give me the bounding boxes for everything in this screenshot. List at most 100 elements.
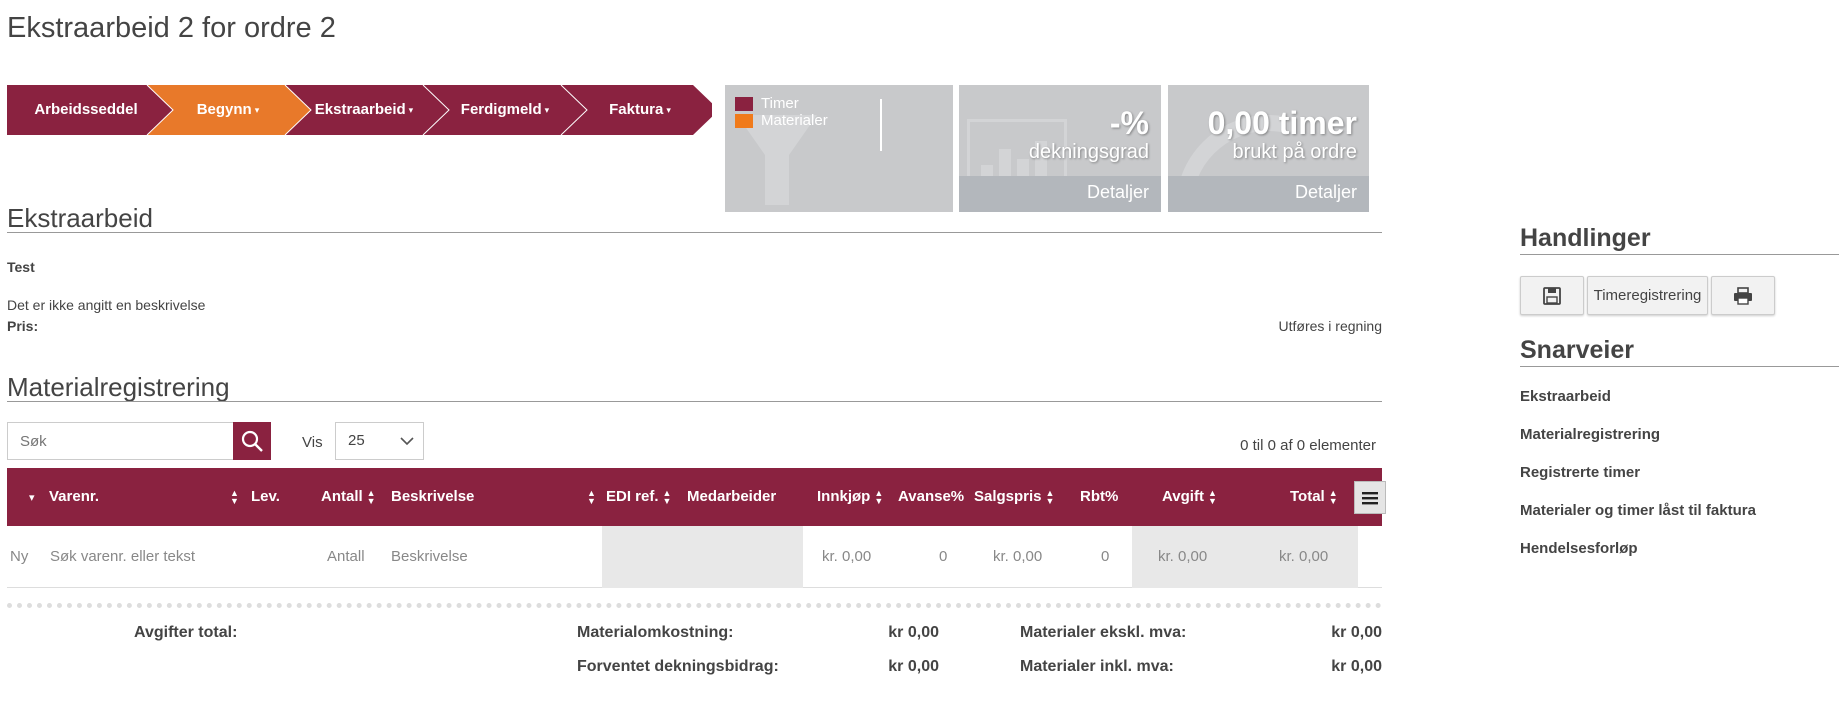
col-salgspris[interactable]: Salgspris ▲ ▼ (974, 468, 1054, 526)
materials-heading: Materialregistrering (7, 372, 230, 402)
legend-swatch (735, 96, 753, 111)
total-value: kr. 0,00 (1279, 548, 1329, 565)
col-lev[interactable]: Lev. (251, 468, 280, 526)
coverage-footer: Detaljer (959, 176, 1161, 212)
coverage-value: -% (1109, 105, 1149, 141)
avanse-input[interactable]: 0 (939, 526, 947, 588)
sort-beskrivelse-icon[interactable]: ▲ ▼ (583, 468, 596, 526)
col-total[interactable]: Total ▲ ▼ (1290, 468, 1338, 526)
dotted-separator (7, 603, 1382, 608)
kpi-tile-hours[interactable]: 0,00 timer brukt på ordre Detaljer (1168, 85, 1369, 212)
col-varenr[interactable]: Varenr. (49, 468, 99, 526)
shortcut-ekstraarbeid[interactable]: Ekstraarbeid (1520, 388, 1611, 405)
caret-down-icon: ▾ (544, 105, 550, 115)
section-rule (7, 401, 1382, 402)
search-button[interactable] (233, 422, 271, 460)
caret-down-icon: ▾ (254, 105, 260, 115)
menu-icon (1362, 491, 1378, 504)
table-row-new: Ny Søk varenr. eller tekst Antall Beskri… (7, 526, 1382, 588)
salgspris-input[interactable]: kr. 0,00 (993, 526, 1042, 588)
search-icon (241, 430, 263, 452)
caret-down-icon: ▾ (666, 105, 671, 115)
page-title: Ekstraarbeid 2 for ordre 2 (7, 12, 336, 44)
step-faktura[interactable]: Faktura ▾ (577, 85, 703, 135)
pagination-count: 0 til 0 af 0 elementer (1240, 437, 1376, 454)
shortcut-locked-to-invoice[interactable]: Materialer og timer låst til faktura (1520, 502, 1756, 519)
col-edi-ref[interactable]: EDI ref. ▲ ▼ (606, 468, 671, 526)
step-ekstraarbeid[interactable]: Ekstraarbeid ▾ (297, 85, 431, 135)
save-icon (1543, 286, 1561, 305)
innkjop-input[interactable]: kr. 0,00 (822, 526, 871, 588)
actions-heading: Handlinger (1520, 224, 1651, 252)
section-rule (1520, 366, 1839, 367)
search-input[interactable] (7, 422, 233, 460)
step-ferdigmeld[interactable]: Ferdigmeld ▾ (439, 85, 571, 135)
expected-margin-label: Forventet dekningsbidrag: (577, 658, 779, 675)
show-label: Vis (302, 434, 323, 451)
sort-icon: ▲ ▼ (1207, 488, 1217, 507)
sort-varenr-icon[interactable]: ▲ ▼ (226, 468, 239, 526)
step-begynn[interactable]: Begynn ▾ (165, 85, 291, 135)
varenr-search-input[interactable]: Søk varenr. eller tekst (50, 526, 195, 588)
expected-margin-value: kr 0,00 (888, 658, 939, 675)
time-registration-button[interactable]: Timeregistrering (1587, 276, 1708, 315)
printer-icon (1734, 286, 1752, 305)
save-button[interactable] (1520, 276, 1584, 315)
excl-vat-value: kr 0,00 (1331, 624, 1382, 641)
legend-swatch (735, 113, 753, 128)
excl-vat-label: Materialer ekskl. mva: (1020, 624, 1187, 641)
materials-table-header: ▾ Varenr. ▲ ▼ Lev. Antall ▲ ▼ Beskrivelse ▲… (7, 468, 1386, 526)
shortcut-hendelsesforlop[interactable]: Hendelsesforløp (1520, 540, 1638, 557)
col-avgift[interactable]: Avgift ▲ ▼ (1162, 468, 1217, 526)
chevron-down-icon (400, 437, 414, 446)
ekstraarbeid-description: Det er ikke angitt en beskrivelse (7, 297, 206, 313)
col-antall[interactable]: Antall ▲ ▼ (321, 468, 376, 526)
sort-icon: ▲ ▼ (366, 488, 376, 507)
shortcuts-heading: Snarveier (1520, 336, 1634, 364)
antall-input[interactable]: Antall (327, 526, 365, 588)
beskrivelse-input[interactable]: Beskrivelse (391, 526, 468, 588)
col-beskrivelse[interactable]: Beskrivelse (391, 468, 474, 526)
hours-label: brukt på ordre (1232, 141, 1357, 163)
material-cost-label: Materialomkostning: (577, 624, 734, 641)
coverage-label: dekningsgrad (1028, 141, 1149, 163)
column-menu-button[interactable] (1354, 481, 1386, 514)
price-label: Pris: (7, 318, 39, 334)
section-rule (7, 232, 1382, 233)
shortcut-registrerte-timer[interactable]: Registrerte timer (1520, 464, 1640, 481)
rabatt-input[interactable]: 0 (1101, 526, 1109, 588)
caret-down-icon: ▾ (408, 105, 414, 115)
col-rabatt[interactable]: Rbt% (1080, 468, 1118, 526)
print-button[interactable] (1711, 276, 1775, 315)
incl-vat-label: Materialer inkl. mva: (1020, 658, 1174, 675)
kpi-tile-coverage[interactable]: -% dekningsgrad Detaljer (959, 85, 1161, 212)
hours-details-link[interactable]: Detaljer (1295, 182, 1357, 203)
legend-item-materialer: Materialer (735, 112, 828, 129)
page-size-select[interactable]: 25 (335, 422, 424, 460)
sort-icon: ▲ ▼ (1045, 488, 1055, 507)
incl-vat-value: kr 0,00 (1331, 658, 1382, 675)
col-medarbeider[interactable]: Medarbeider (687, 468, 776, 526)
legend-item-timer: Timer (735, 95, 799, 112)
edi-medarbeider-cell (602, 526, 803, 588)
col-innkjop[interactable]: Innkjøp ▲ ▼ (817, 468, 883, 526)
sort-icon: ▲ ▼ (1328, 488, 1338, 507)
coverage-details-link[interactable]: Detaljer (1087, 182, 1149, 203)
fees-total-label: Avgifter total: (134, 624, 238, 641)
material-cost-value: kr 0,00 (888, 624, 939, 641)
price-value: Utføres i regning (1278, 318, 1382, 334)
col-avanse[interactable]: Avanse% (898, 468, 964, 526)
ekstraarbeid-heading: Ekstraarbeid (7, 203, 153, 233)
section-rule (1520, 254, 1839, 255)
workflow-steps: Arbeidsseddel Begynn ▾ Ekstraarbeid ▾ Ferd… (7, 85, 712, 135)
step-arbeidsseddel[interactable]: Arbeidsseddel (27, 85, 145, 135)
hours-value: 0,00 timer (1207, 105, 1357, 141)
shortcut-materialregistrering[interactable]: Materialregistrering (1520, 426, 1660, 443)
avgift-value: kr. 0,00 (1158, 548, 1208, 565)
ekstraarbeid-name: Test (7, 259, 35, 275)
sort-icon: ▲ ▼ (662, 488, 672, 507)
select-all-toggle[interactable]: ▾ (29, 468, 35, 526)
caret-down-icon: ▾ (29, 492, 35, 504)
hours-footer: Detaljer (1168, 176, 1369, 212)
tile-divider (880, 99, 882, 151)
